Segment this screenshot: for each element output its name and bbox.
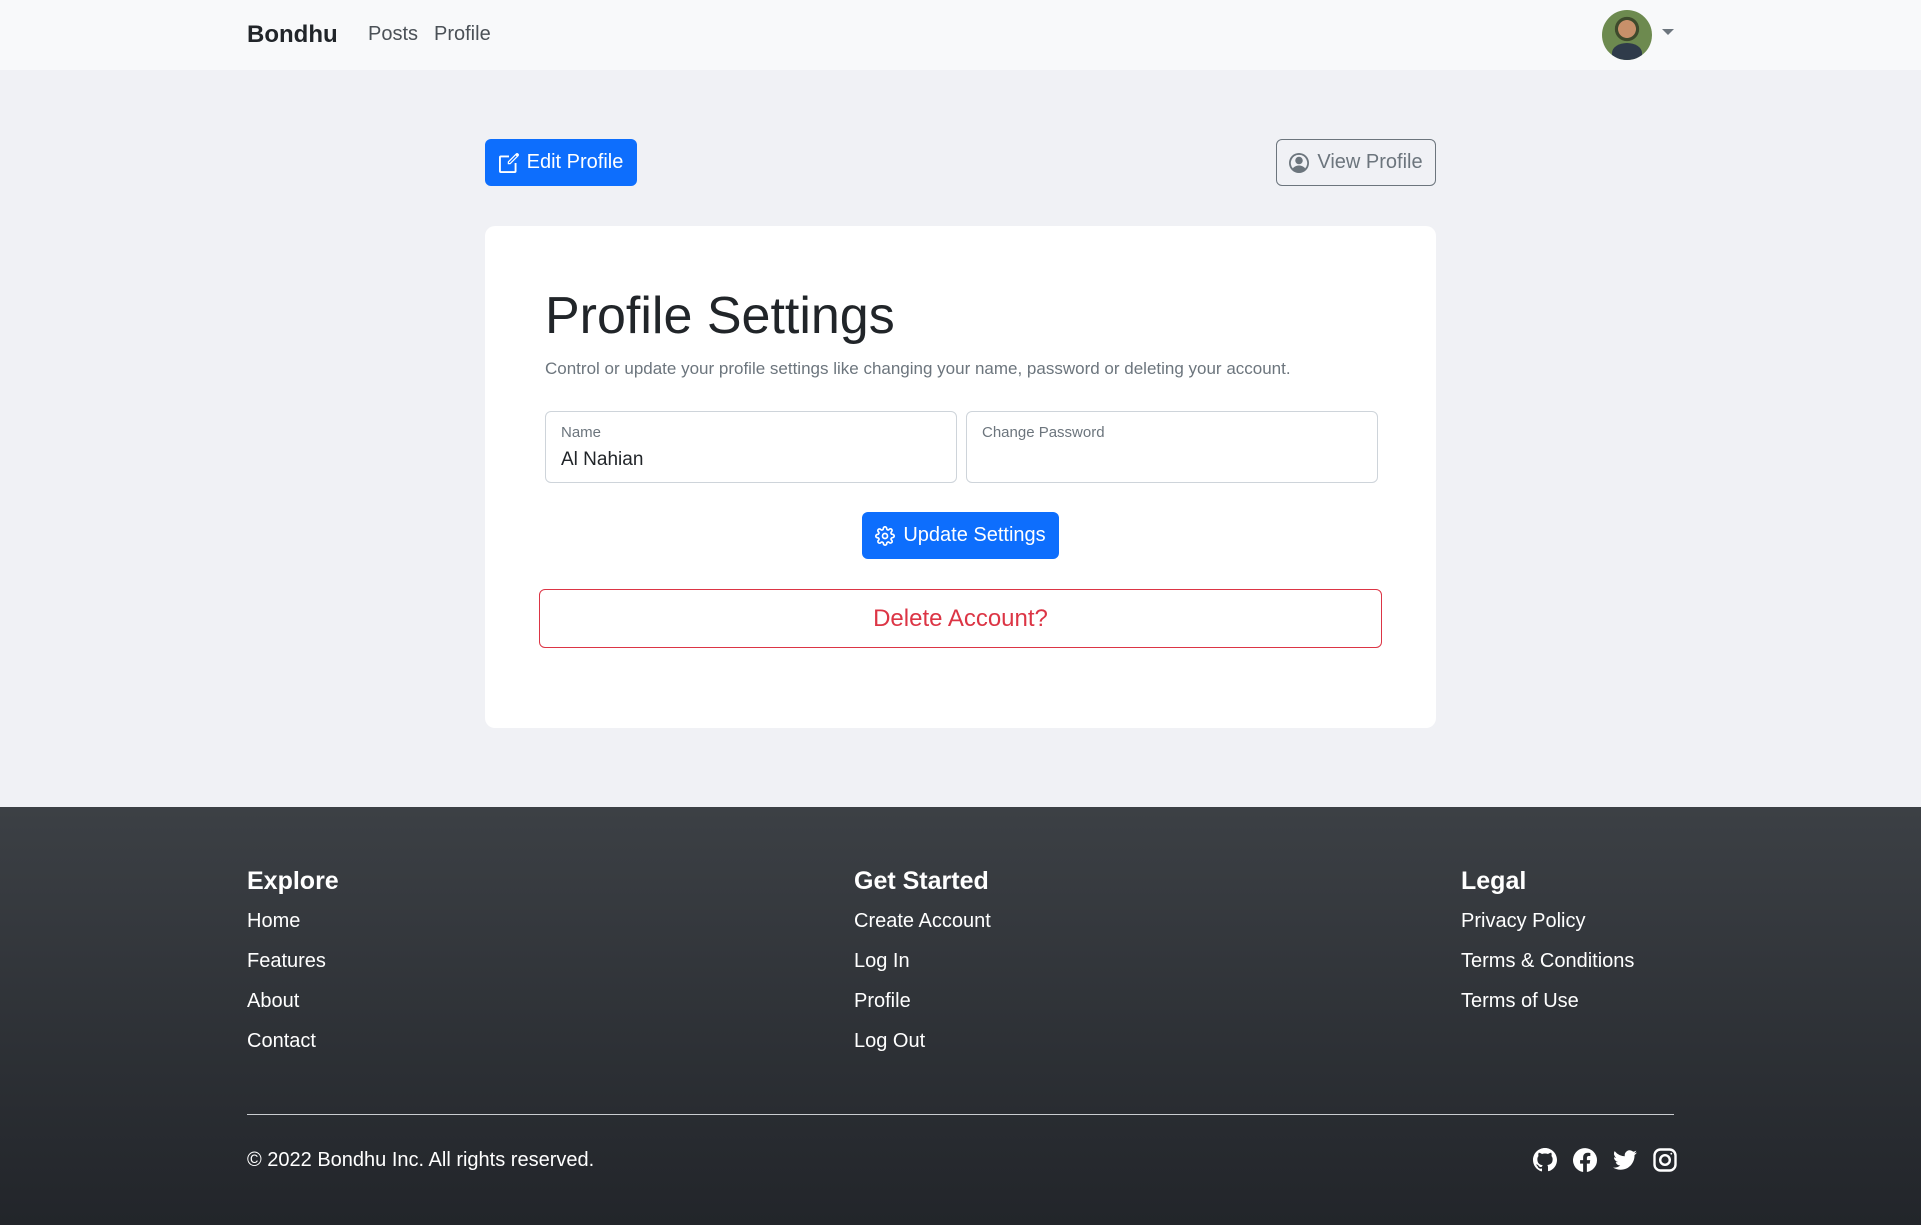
footer-link-about[interactable]: About (247, 990, 299, 1012)
password-field[interactable]: Change Password (966, 411, 1378, 483)
user-avatar[interactable] (1602, 10, 1652, 60)
twitter-icon[interactable] (1613, 1148, 1637, 1172)
footer-heading: Legal (1461, 867, 1527, 895)
footer-column-legal: Legal Privacy Policy Terms & Conditions … (1461, 867, 1634, 1031)
name-input[interactable] (561, 446, 941, 474)
page-title: Profile Settings (545, 287, 895, 345)
name-field[interactable]: Name (545, 411, 957, 483)
update-settings-label: Update Settings (903, 524, 1046, 546)
github-icon[interactable] (1533, 1148, 1557, 1172)
avatar-figure (1612, 43, 1642, 60)
edit-profile-label: Edit Profile (526, 151, 624, 173)
edit-icon (498, 152, 519, 173)
footer-link-contact[interactable]: Contact (247, 1030, 316, 1052)
password-field-label: Change Password (982, 424, 1105, 441)
footer-link-terms-conditions[interactable]: Terms & Conditions (1461, 950, 1634, 972)
view-profile-label: View Profile (1317, 151, 1423, 173)
social-links (1533, 1148, 1677, 1172)
footer-column-explore: Explore Home Features About Contact (247, 867, 339, 1071)
footer-link-profile[interactable]: Profile (854, 990, 911, 1012)
password-input[interactable] (982, 446, 1362, 474)
footer-link-create-account[interactable]: Create Account (854, 910, 991, 932)
facebook-icon[interactable] (1573, 1148, 1598, 1172)
name-field-label: Name (561, 424, 602, 441)
delete-account-button[interactable]: Delete Account? (539, 589, 1382, 648)
view-profile-button[interactable]: View Profile (1276, 139, 1436, 186)
update-settings-button[interactable]: Update Settings (862, 512, 1059, 559)
footer-heading: Get Started (854, 867, 989, 895)
user-circle-icon (1289, 152, 1310, 173)
nav-link-profile[interactable]: Profile (434, 23, 491, 46)
footer-heading: Explore (247, 867, 339, 895)
footer-link-terms-of-use[interactable]: Terms of Use (1461, 990, 1579, 1012)
copyright-text: © 2022 Bondhu Inc. All rights reserved. (247, 1149, 595, 1171)
footer-column-get-started: Get Started Create Account Log In Profil… (854, 867, 991, 1071)
footer-link-log-in[interactable]: Log In (854, 950, 910, 972)
brand-logo[interactable]: Bondhu (247, 21, 338, 49)
footer-divider (247, 1114, 1674, 1115)
edit-profile-button[interactable]: Edit Profile (485, 139, 637, 186)
footer-link-home[interactable]: Home (247, 910, 300, 932)
gear-icon (875, 525, 896, 546)
settings-card: Profile Settings Control or update your … (485, 226, 1436, 728)
footer-link-privacy-policy[interactable]: Privacy Policy (1461, 910, 1585, 932)
navbar: Bondhu Posts Profile (0, 0, 1921, 70)
page-description: Control or update your profile settings … (545, 359, 1291, 378)
instagram-icon[interactable] (1653, 1148, 1677, 1172)
nav-link-posts[interactable]: Posts (368, 23, 418, 46)
footer-link-features[interactable]: Features (247, 950, 326, 972)
footer: Explore Home Features About Contact Get … (0, 807, 1921, 1225)
dropdown-caret-icon[interactable] (1662, 29, 1674, 35)
footer-link-log-out[interactable]: Log Out (854, 1030, 925, 1052)
